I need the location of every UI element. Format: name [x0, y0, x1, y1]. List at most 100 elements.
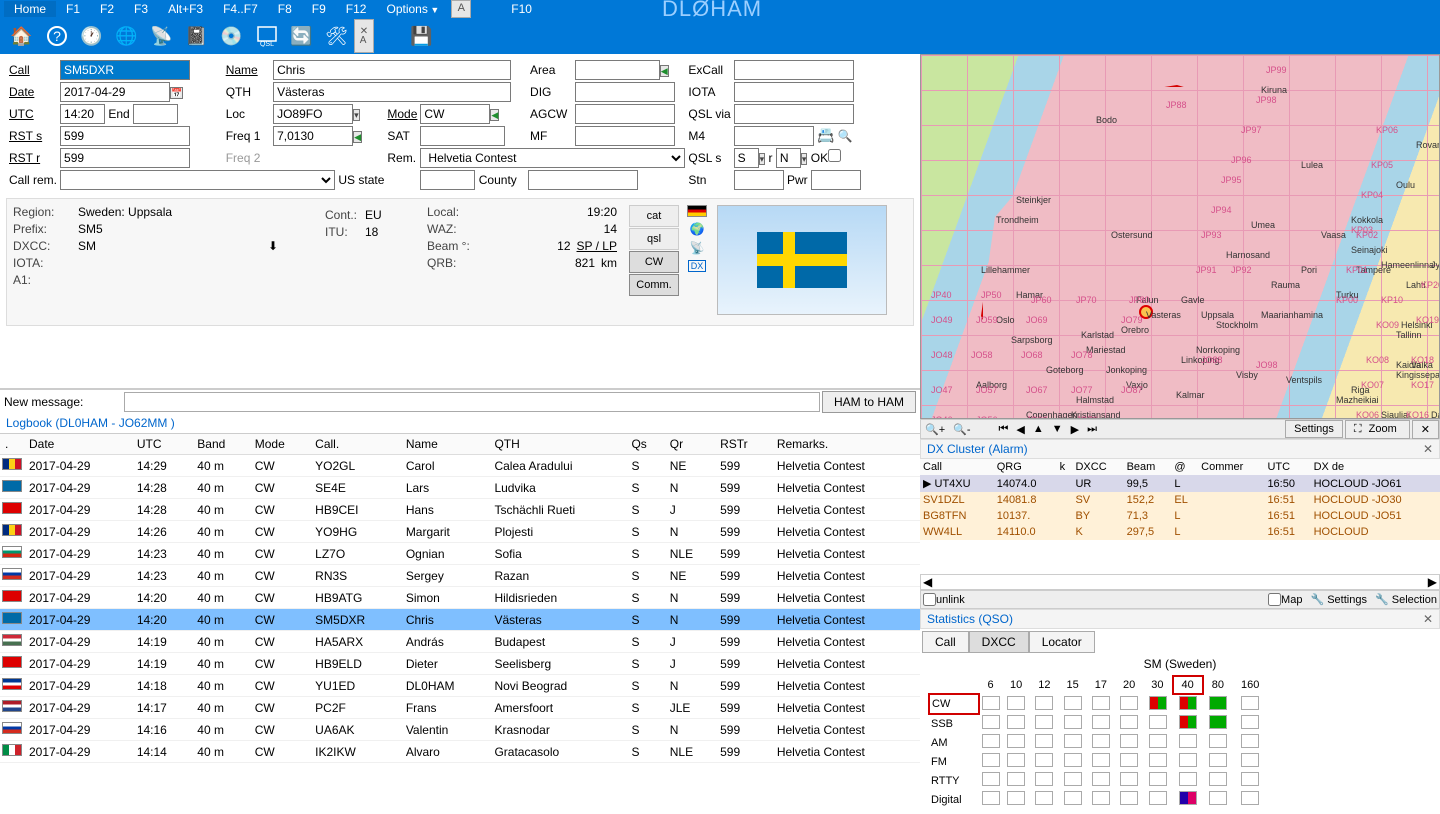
table-row[interactable]: 2017-04-2914:1940 mCWHB9ELDDieterSeelisb… [0, 653, 920, 675]
stats-cell[interactable] [982, 791, 1000, 805]
stats-cell[interactable] [1149, 734, 1167, 748]
loc-input[interactable] [273, 104, 353, 124]
qsl-icon[interactable]: QSL [249, 21, 284, 51]
stats-cell[interactable] [1007, 696, 1025, 710]
qslvia-input[interactable] [734, 104, 854, 124]
freq1-input[interactable] [273, 126, 353, 146]
name-input[interactable] [273, 60, 511, 80]
stats-cell[interactable] [1241, 696, 1259, 710]
save-icon[interactable]: 💾 [404, 21, 439, 51]
rstr-input[interactable] [60, 148, 190, 168]
stats-cell[interactable] [1120, 696, 1138, 710]
menu-home[interactable]: Home [4, 1, 56, 17]
stats-cell[interactable] [1120, 715, 1138, 729]
stats-cell[interactable] [982, 696, 1000, 710]
stats-cell[interactable] [1064, 772, 1082, 786]
map-panel[interactable]: KirunaBodoRovaniemiLuleaOuluSteinkjerTro… [920, 54, 1440, 419]
mf-input[interactable] [575, 126, 675, 146]
globe-small-icon[interactable]: 🌍 [690, 222, 705, 236]
stats-close-icon[interactable]: ✕ [1423, 612, 1433, 626]
stats-cell[interactable] [1209, 753, 1227, 767]
stats-cell[interactable] [1179, 715, 1197, 729]
date-input[interactable] [60, 82, 170, 102]
agcw-input[interactable] [575, 104, 675, 124]
nav-last-icon[interactable]: ⏭ [1083, 423, 1101, 436]
stats-cell[interactable] [1209, 791, 1227, 805]
menu-a-button[interactable]: A [451, 0, 471, 18]
cw-button[interactable]: CW [629, 251, 679, 273]
tab-dxcc[interactable]: DXCC [969, 631, 1029, 653]
table-row[interactable]: 2017-04-2914:2840 mCWHB9CEIHansTschächli… [0, 499, 920, 521]
cd-icon[interactable]: 💿 [214, 21, 249, 51]
utc-input[interactable] [60, 104, 105, 124]
tab-locator[interactable]: Locator [1029, 631, 1095, 653]
qrz-icon[interactable]: 📇 [817, 127, 834, 143]
stats-cell[interactable] [982, 772, 1000, 786]
stats-cell[interactable] [1149, 791, 1167, 805]
menu-f8[interactable]: F8 [268, 1, 302, 17]
stats-cell[interactable] [1209, 696, 1227, 710]
menu-altf3[interactable]: Alt+F3 [158, 1, 213, 17]
stats-cell[interactable] [1092, 715, 1110, 729]
stats-cell[interactable] [982, 715, 1000, 729]
menu-f47[interactable]: F4..F7 [213, 1, 268, 17]
county-input[interactable] [528, 170, 638, 190]
freq1-dropdown[interactable]: ◀ [353, 131, 362, 143]
stats-cell[interactable] [1179, 772, 1197, 786]
table-row[interactable]: 2017-04-2914:2840 mCWSE4ELarsLudvikaSN59… [0, 477, 920, 499]
stats-cell[interactable] [1092, 734, 1110, 748]
refresh-icon[interactable]: 🔄 [284, 21, 319, 51]
rem-select[interactable]: Helvetia Contest [420, 148, 685, 168]
area-input[interactable] [575, 60, 660, 80]
qth-input[interactable] [273, 82, 511, 102]
menu-f1[interactable]: F1 [56, 1, 90, 17]
flag-de-icon[interactable] [687, 205, 707, 217]
stats-cell[interactable] [1209, 715, 1227, 729]
stats-cell[interactable] [1007, 734, 1025, 748]
table-row[interactable]: 2017-04-2914:2040 mCWHB9ATGSimonHildisri… [0, 587, 920, 609]
callrem-select[interactable] [60, 170, 335, 190]
menu-f3[interactable]: F3 [124, 1, 158, 17]
table-row[interactable]: 2017-04-2914:2340 mCWRN3SSergeyRazanSNE5… [0, 565, 920, 587]
excall-input[interactable] [734, 60, 854, 80]
help-icon[interactable]: ? [39, 21, 74, 51]
qsl-button[interactable]: qsl [629, 228, 679, 250]
iota-input[interactable] [734, 82, 854, 102]
pwr-input[interactable] [811, 170, 861, 190]
stats-cell[interactable] [1241, 791, 1259, 805]
tools-icon[interactable]: 🛠 [319, 21, 354, 51]
nav-next-icon[interactable]: ▶ [1067, 423, 1083, 436]
stats-cell[interactable] [1149, 696, 1167, 710]
dx-map-checkbox[interactable] [1268, 593, 1281, 606]
tab-call[interactable]: Call [922, 631, 969, 653]
stats-cell[interactable] [1120, 772, 1138, 786]
unlink-checkbox[interactable] [923, 593, 936, 606]
table-row[interactable]: 2017-04-2914:2040 mCWSM5DXRChrisVästeras… [0, 609, 920, 631]
menu-f9[interactable]: F9 [302, 1, 336, 17]
table-row[interactable]: 2017-04-2914:2340 mCWLZ7OOgnianSofiaSNLE… [0, 543, 920, 565]
stats-cell[interactable] [1007, 772, 1025, 786]
usstate-input[interactable] [420, 170, 475, 190]
menu-options[interactable]: Options [376, 1, 449, 17]
table-row[interactable]: 2017-04-2914:2940 mCWYO2GLCarolCalea Ara… [0, 455, 920, 477]
stats-cell[interactable] [1209, 772, 1227, 786]
dx-row[interactable]: SV1DZL14081.8SV152,2EL16:51HOCLOUD -JO30 [920, 492, 1440, 508]
calendar-icon[interactable]: 📅 [170, 87, 183, 99]
satellite-icon[interactable]: 📡 [144, 21, 179, 51]
map-close-icon[interactable]: ✕ [1412, 420, 1439, 439]
table-row[interactable]: 2017-04-2914:1440 mCWIK2IKWAlvaroGrataca… [0, 741, 920, 763]
zoom-out-icon[interactable]: 🔍- [949, 423, 974, 436]
menu-f2[interactable]: F2 [90, 1, 124, 17]
dx-row[interactable]: BG8TFN10137.BY71,3L16:51HOCLOUD -JO51 [920, 508, 1440, 524]
ham-to-ham-button[interactable]: HAM to HAM [822, 391, 916, 413]
sat-input[interactable] [420, 126, 505, 146]
stats-cell[interactable] [1149, 753, 1167, 767]
stats-cell[interactable] [1149, 715, 1167, 729]
stats-cell[interactable] [1241, 753, 1259, 767]
qsls-input[interactable] [734, 148, 759, 168]
new-message-input[interactable] [124, 392, 820, 412]
home-icon[interactable]: 🏠 [4, 21, 39, 51]
a-toggle[interactable]: ✕A [354, 19, 374, 53]
stats-cell[interactable] [1007, 791, 1025, 805]
loc-dropdown[interactable]: ▾ [353, 109, 360, 121]
